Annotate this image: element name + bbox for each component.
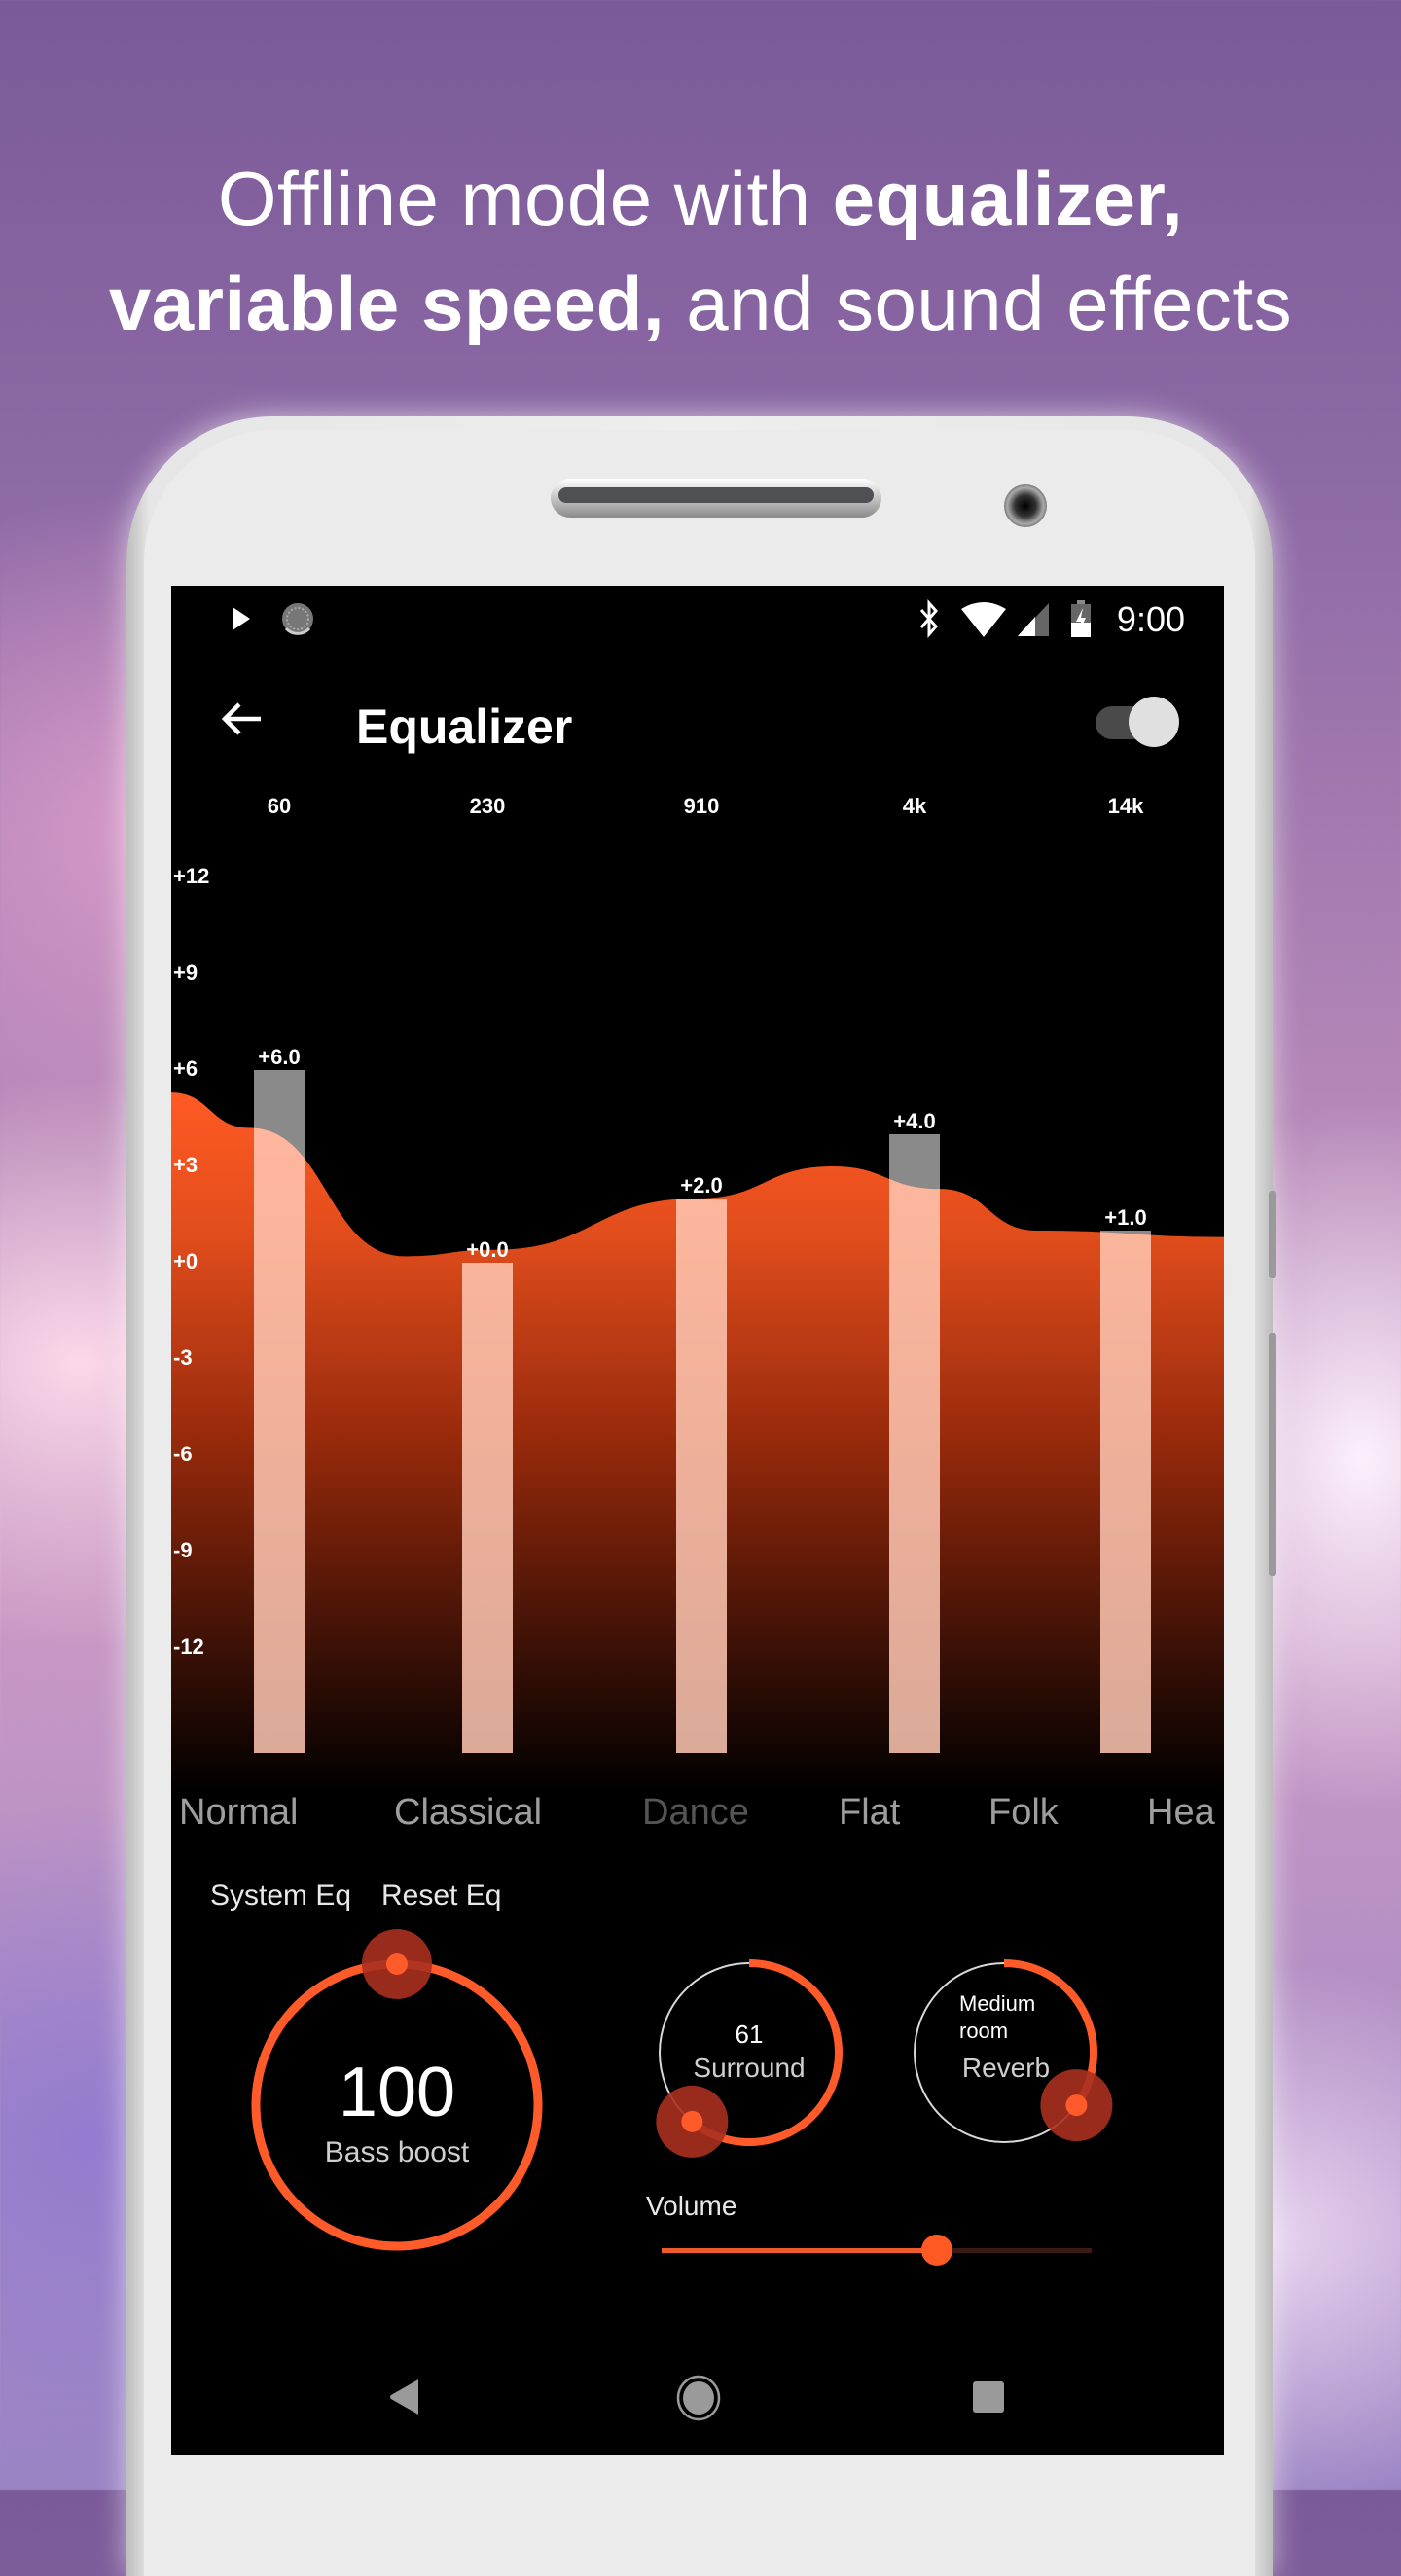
headline-bold-2: variable speed, <box>108 261 665 346</box>
reverb-value: Medium room <box>959 1990 1035 2045</box>
headline-bold-1: equalizer, <box>832 156 1184 241</box>
phone-screen: 9:00 Equalizer 60 230 910 4k 14k +12 +9 … <box>171 586 1224 2455</box>
earpiece-speaker <box>551 479 881 518</box>
headline: Offline mode with equalizer, variable sp… <box>0 146 1401 356</box>
bass-boost-handle[interactable] <box>386 1953 408 1975</box>
navigation-bar <box>171 2374 1224 2453</box>
volume-slider-fill <box>662 2248 937 2253</box>
volume-slider-thumb[interactable] <box>920 2235 952 2266</box>
headline-light-1: Offline mode with <box>217 156 833 241</box>
headline-light-2: and sound effects <box>665 261 1293 346</box>
reverb-label: Reverb <box>961 2053 1051 2083</box>
front-camera <box>1004 484 1047 527</box>
bass-boost-label: Bass boost <box>324 2136 470 2168</box>
volume-label: Volume <box>646 2191 737 2221</box>
surround-value: 61 <box>735 2020 764 2049</box>
surround-handle[interactable] <box>681 2110 703 2132</box>
nav-recents-icon[interactable] <box>971 2379 1006 2415</box>
bass-boost-value: 100 <box>338 2054 456 2131</box>
headline-line-1: Offline mode with equalizer, <box>0 146 1401 251</box>
reverb-value-line-1: Medium <box>959 1991 1036 2016</box>
side-button-volume <box>1269 1191 1276 1278</box>
side-button-power <box>1269 1333 1276 1576</box>
effects-knobs <box>251 1929 1113 2251</box>
headline-line-2: variable speed, and sound effects <box>0 251 1401 356</box>
surround-label: Surround <box>693 2053 806 2083</box>
reverb-handle[interactable] <box>1065 2094 1088 2117</box>
volume-slider[interactable] <box>662 2235 1092 2266</box>
reverb-value-line-2: room <box>959 2019 1009 2043</box>
nav-back-icon[interactable] <box>387 2378 422 2416</box>
nav-home-icon[interactable] <box>675 2374 722 2422</box>
